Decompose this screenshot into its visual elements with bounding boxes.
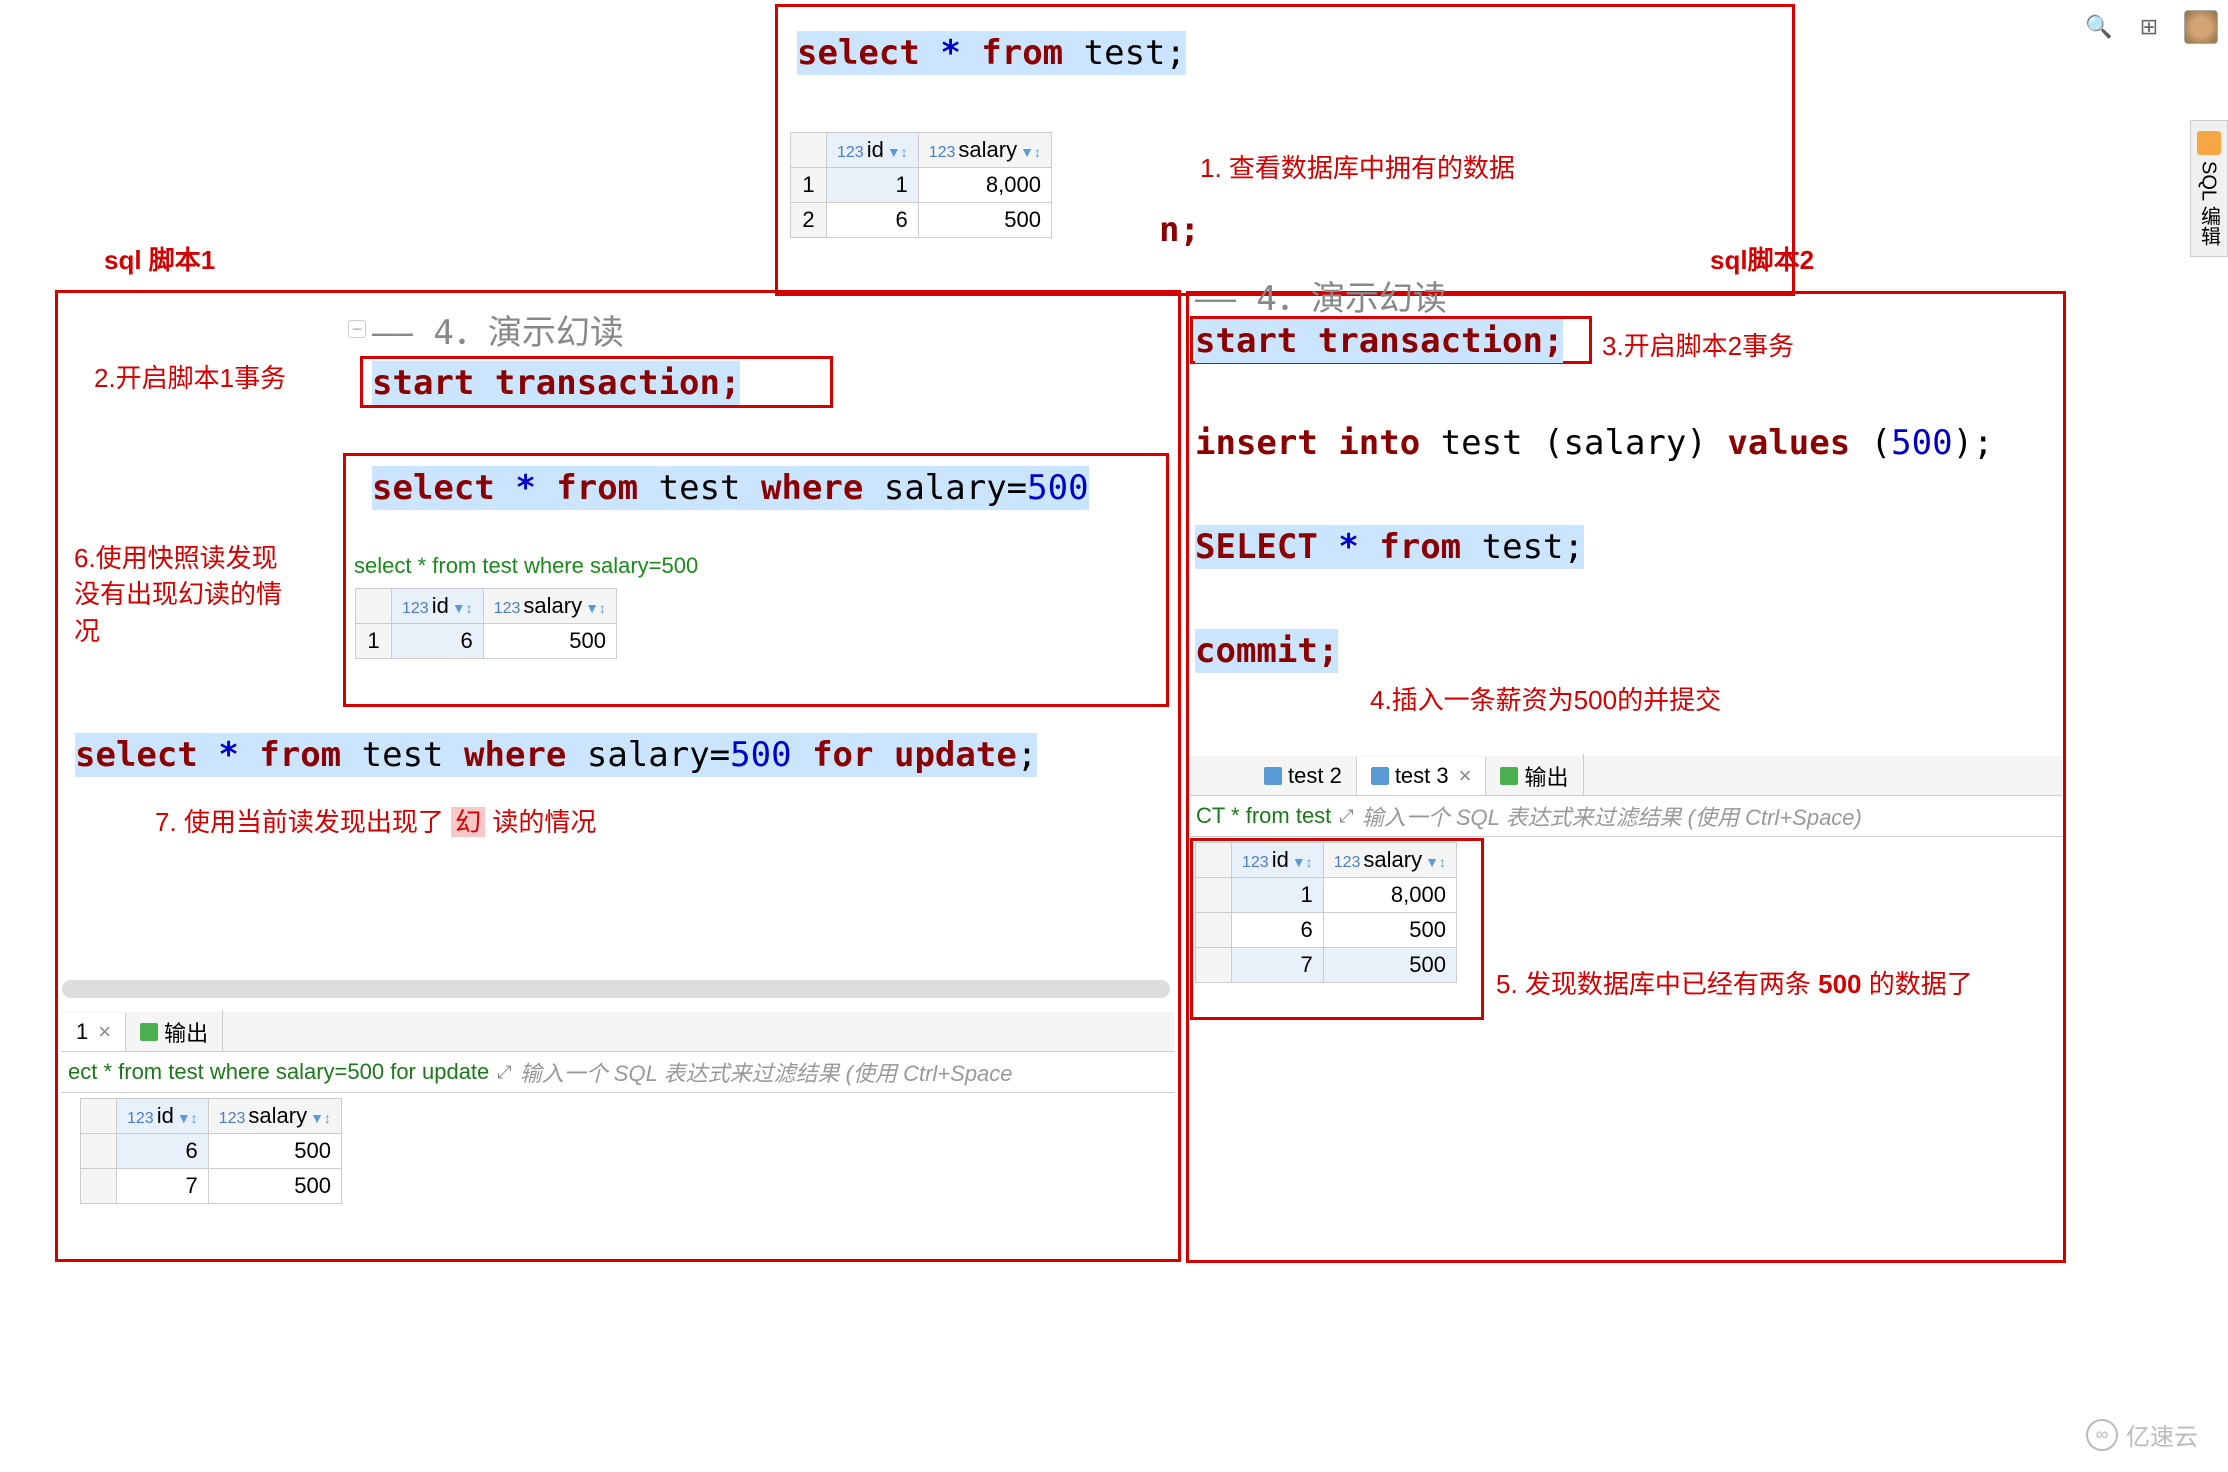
query-echo-snapshot: select * from test where salary=500 bbox=[354, 553, 698, 579]
tab-bar-right: test 2 test 3× 输出 bbox=[1190, 756, 2062, 796]
tab-result-1[interactable]: 1× bbox=[62, 1013, 126, 1051]
fold-icon[interactable]: − bbox=[348, 320, 366, 338]
table-row[interactable]: 7500 bbox=[1196, 948, 1457, 983]
avatar-icon[interactable] bbox=[2184, 10, 2218, 44]
watermark-icon: ∞ bbox=[2086, 1419, 2118, 1451]
sql-insert: insert into test (salary) values (500); bbox=[1195, 420, 1994, 468]
tab-output[interactable]: 输出 bbox=[126, 1010, 223, 1054]
vertical-sql-tab[interactable]: SQL 编辑 bbox=[2190, 120, 2228, 257]
close-icon[interactable]: × bbox=[1459, 763, 1472, 789]
col-header-id[interactable]: 123id▼↕ bbox=[392, 589, 484, 624]
output-icon bbox=[1500, 767, 1518, 785]
annotation-step6: 6.使用快照读发现 没有出现幻读的情 况 bbox=[74, 540, 282, 649]
table-row[interactable]: 6500 bbox=[1196, 913, 1457, 948]
result-table-for-update: 123id▼↕ 123salary▼↕ 6500 7500 bbox=[80, 1098, 342, 1204]
vertical-tab-label: SQL 编辑 bbox=[2195, 161, 2224, 246]
table-row[interactable]: 18,000 bbox=[1196, 878, 1457, 913]
partial-sql-n: n; bbox=[1159, 210, 1200, 250]
filter-row-left: ect * from test where salary=500 for upd… bbox=[62, 1052, 1174, 1093]
annotation-step2: 2.开启脚本1事务 bbox=[94, 358, 286, 395]
sql-editor-icon bbox=[2197, 131, 2221, 155]
col-header-salary[interactable]: 123salary▼↕ bbox=[208, 1099, 341, 1134]
sql-start-tx-right: start transaction; bbox=[1195, 318, 1563, 366]
filter-hint[interactable]: 输入一个 SQL 表达式来过滤结果 (使用 Ctrl+Space bbox=[520, 1056, 1013, 1088]
search-icon[interactable]: 🔍 bbox=[2084, 12, 2114, 42]
col-header-id[interactable]: 123id▼↕ bbox=[827, 133, 919, 168]
output-icon bbox=[140, 1023, 158, 1041]
sql-select-all: select * from test; bbox=[797, 30, 1186, 78]
label-script2: sql脚本2 bbox=[1710, 240, 1814, 277]
tab-test2[interactable]: test 2 bbox=[1250, 757, 1357, 795]
expand-icon[interactable]: ⤢ bbox=[497, 1062, 511, 1083]
col-header-salary[interactable]: 123salary▼↕ bbox=[918, 133, 1051, 168]
result-table-right: 123id▼↕ 123salary▼↕ 18,000 6500 7500 bbox=[1195, 842, 1457, 983]
result-table-initial: 123id▼↕ 123salary▼↕ 118,000 26500 bbox=[790, 132, 1052, 238]
sql-select-right: SELECT * from test; bbox=[1195, 524, 1584, 572]
annotation-step3: 3.开启脚本2事务 bbox=[1602, 326, 1794, 363]
sql-commit: commit; bbox=[1195, 628, 1338, 676]
label-script1: sql 脚本1 bbox=[104, 240, 215, 277]
annotation-step7: 7. 使用当前读发现出现了 幻 读的情况 bbox=[155, 802, 596, 839]
result-table-snapshot: 123id▼↕ 123salary▼↕ 16500 bbox=[355, 588, 617, 659]
col-header-id[interactable]: 123id▼↕ bbox=[117, 1099, 209, 1134]
filter-hint[interactable]: 输入一个 SQL 表达式来过滤结果 (使用 Ctrl+Space) bbox=[1362, 800, 1862, 832]
col-header-salary[interactable]: 123salary▼↕ bbox=[1323, 843, 1456, 878]
table-row[interactable]: 118,000 bbox=[791, 168, 1052, 203]
col-header-id[interactable]: 123id▼↕ bbox=[1232, 843, 1324, 878]
close-icon[interactable]: × bbox=[98, 1019, 111, 1045]
watermark: ∞ 亿速云 bbox=[2086, 1417, 2198, 1452]
table-icon bbox=[1264, 767, 1282, 785]
filter-row-right: CT * from test ⤢ 输入一个 SQL 表达式来过滤结果 (使用 C… bbox=[1190, 796, 2062, 837]
tab-test3[interactable]: test 3× bbox=[1357, 757, 1487, 795]
sql-select-for-update: select * from test where salary=500 for … bbox=[75, 732, 1037, 780]
table-icon bbox=[1371, 767, 1389, 785]
sql-select-where: select * from test where salary=500 bbox=[372, 465, 1089, 513]
perspective-icon[interactable]: ⊞ bbox=[2134, 12, 2164, 42]
table-row[interactable]: 7500 bbox=[81, 1169, 342, 1204]
col-header-salary[interactable]: 123salary▼↕ bbox=[483, 589, 616, 624]
filter-sql-text: ect * from test where salary=500 for upd… bbox=[68, 1059, 489, 1085]
table-row[interactable]: 6500 bbox=[81, 1134, 342, 1169]
annotation-step1: 1. 查看数据库中拥有的数据 bbox=[1200, 148, 1515, 185]
filter-sql-text: CT * from test bbox=[1196, 803, 1331, 829]
app-toolbar: 🔍 ⊞ bbox=[2084, 10, 2218, 44]
header-corner bbox=[791, 133, 827, 168]
table-row[interactable]: 16500 bbox=[356, 624, 617, 659]
horizontal-scrollbar[interactable] bbox=[62, 980, 1170, 998]
table-row[interactable]: 26500 bbox=[791, 203, 1052, 238]
annotation-step5: 5. 发现数据库中已经有两条 500 的数据了 bbox=[1496, 964, 1973, 1001]
expand-icon[interactable]: ⤢ bbox=[1339, 806, 1353, 827]
annotation-step4: 4.插入一条薪资为500的并提交 bbox=[1370, 680, 1721, 717]
tab-bar-left: 1× 输出 bbox=[62, 1012, 1174, 1052]
tab-output-right[interactable]: 输出 bbox=[1486, 754, 1583, 798]
sql-start-tx-left: start transaction; bbox=[372, 360, 740, 408]
sql-comment-left: —— 4．演示幻读 bbox=[372, 310, 624, 358]
